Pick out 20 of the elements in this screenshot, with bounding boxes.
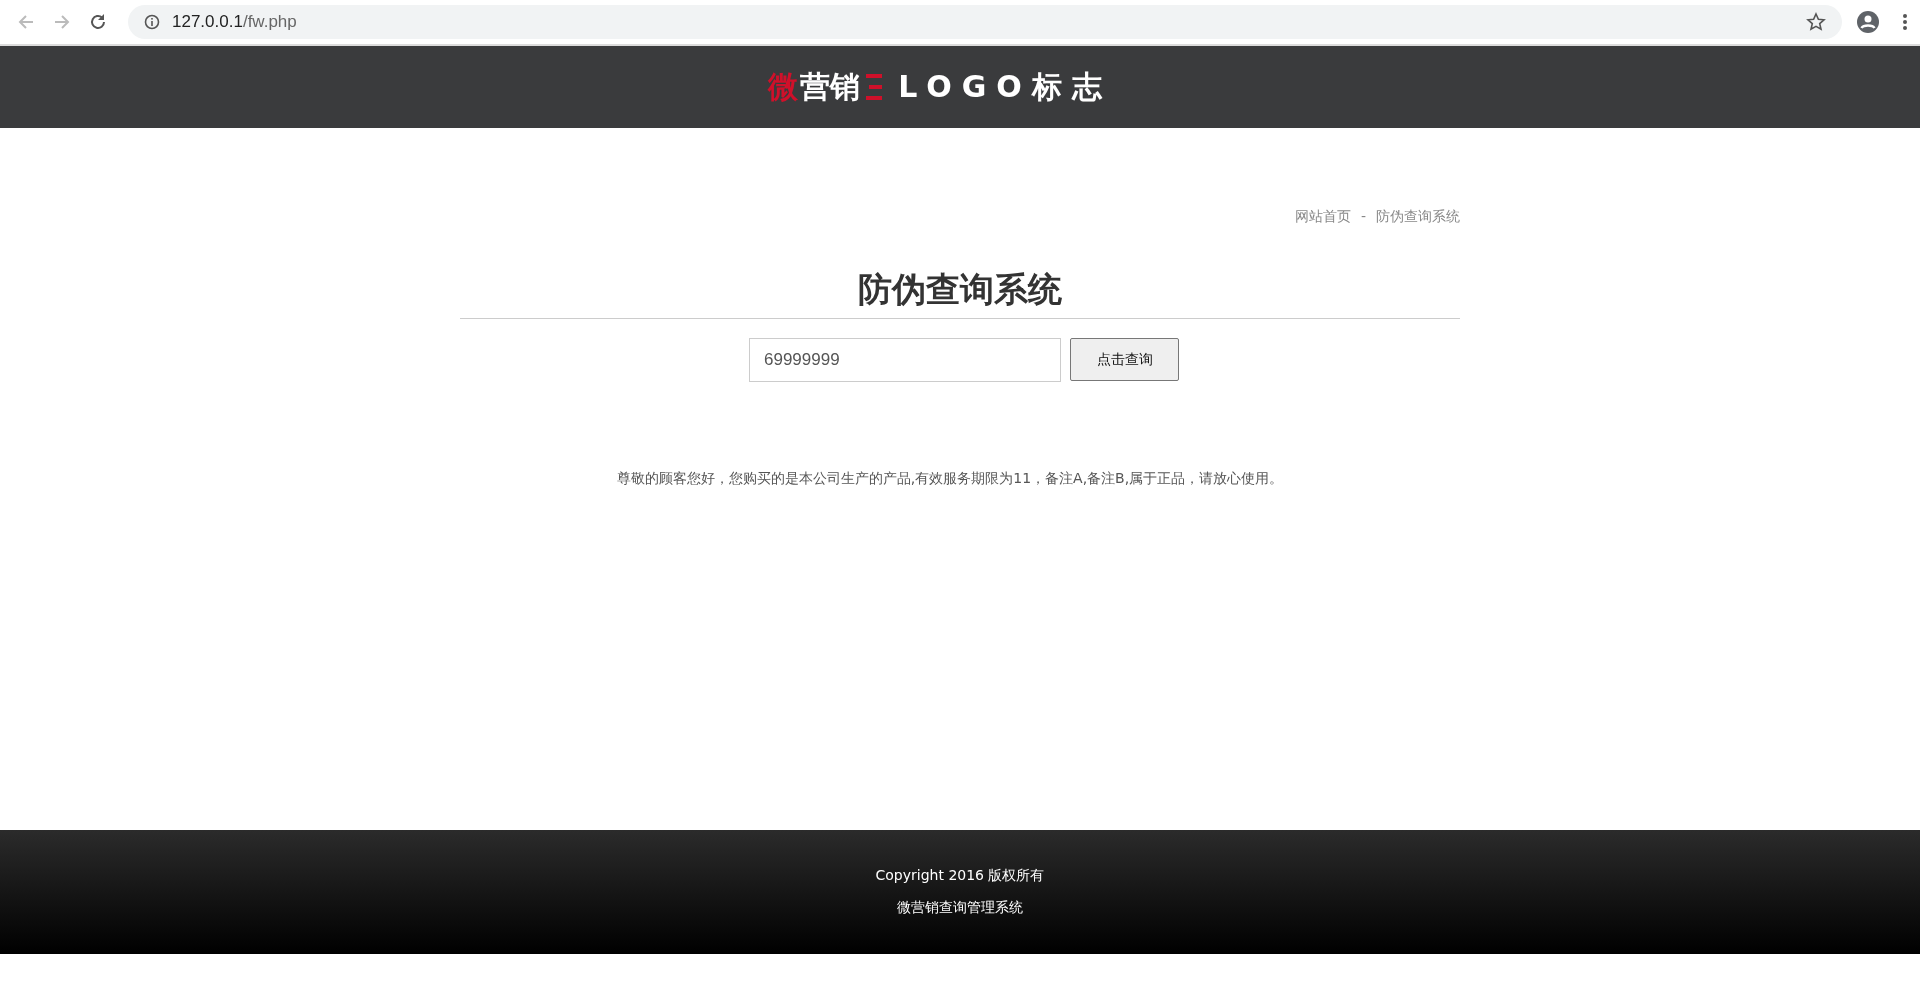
result-message: 尊敬的顾客您好，您购买的是本公司生产的产品,有效服务期限为11，备注A,备注B,属于正品，请放心使用。 <box>615 470 1285 488</box>
address-bar[interactable]: 127.0.0.1/fw.php <box>128 5 1842 39</box>
system-name: 微营销查询管理系统 <box>897 899 1023 917</box>
info-icon <box>144 14 160 30</box>
copyright-text: Copyright 2016 版权所有 <box>875 867 1045 885</box>
reload-icon[interactable] <box>88 12 108 32</box>
breadcrumb-link[interactable]: 网站首页 <box>1294 208 1351 226</box>
star-icon[interactable] <box>1806 12 1826 32</box>
breadcrumb-separator: - <box>1360 208 1366 226</box>
page-title: 防伪查询系统 <box>857 268 1063 311</box>
logo-accent: 微 <box>768 67 799 106</box>
account-icon[interactable] <box>1856 10 1880 34</box>
stripes-icon <box>866 73 883 101</box>
logo-text: 营销 <box>800 67 861 106</box>
url-text: 127.0.0.1/fw.php <box>172 12 297 32</box>
logo-brand: LOGO标志 <box>898 67 1112 106</box>
breadcrumb-link[interactable]: 防伪查询系统 <box>1376 208 1460 226</box>
code-input[interactable]: 69999999 <box>749 338 1061 382</box>
menu-icon[interactable] <box>1902 12 1908 32</box>
query-button[interactable]: 点击查询 <box>1070 338 1179 381</box>
